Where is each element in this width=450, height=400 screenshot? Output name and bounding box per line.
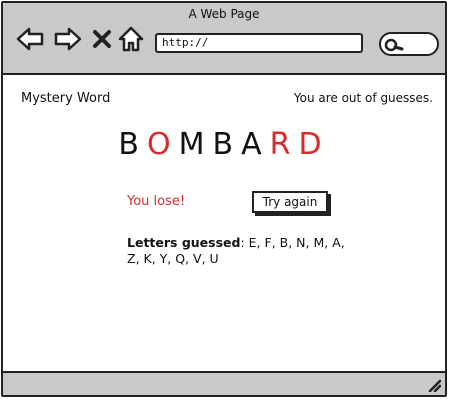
app-title: Mystery Word	[21, 91, 111, 106]
browser-toolbar: A Web Page http://	[3, 3, 445, 75]
window-title: A Web Page	[188, 7, 260, 21]
resize-grip-icon[interactable]	[427, 378, 441, 392]
word-letter: D	[298, 127, 330, 162]
letters-guessed: Letters guessed: E, F, B, N, M, A, Z, K,…	[127, 235, 347, 267]
home-icon[interactable]	[117, 25, 145, 53]
word-letter: A	[241, 127, 270, 162]
back-arrow-icon[interactable]	[15, 25, 45, 53]
browser-window: A Web Page http:// Mystery Word You are …	[1, 1, 447, 397]
letters-guessed-label: Letters guessed	[127, 235, 241, 250]
word-letter: O	[146, 127, 179, 162]
guess-status: You are out of guesses.	[293, 91, 433, 105]
word-letter: R	[269, 127, 299, 162]
search-icon	[384, 38, 404, 52]
search-input[interactable]	[379, 32, 439, 56]
try-again-button[interactable]: Try again	[252, 191, 328, 213]
url-input[interactable]: http://	[155, 33, 363, 53]
word-letter: M	[178, 127, 213, 162]
result-message: You lose!	[127, 194, 186, 209]
word-letter: B	[212, 127, 242, 162]
close-icon[interactable]	[91, 25, 113, 53]
status-bar	[3, 371, 445, 395]
page-content: Mystery Word You are out of guesses. BOM…	[3, 75, 445, 371]
forward-arrow-icon[interactable]	[53, 25, 83, 53]
word-letter: B	[118, 127, 147, 162]
mystery-word: BOMBARD	[3, 127, 445, 162]
